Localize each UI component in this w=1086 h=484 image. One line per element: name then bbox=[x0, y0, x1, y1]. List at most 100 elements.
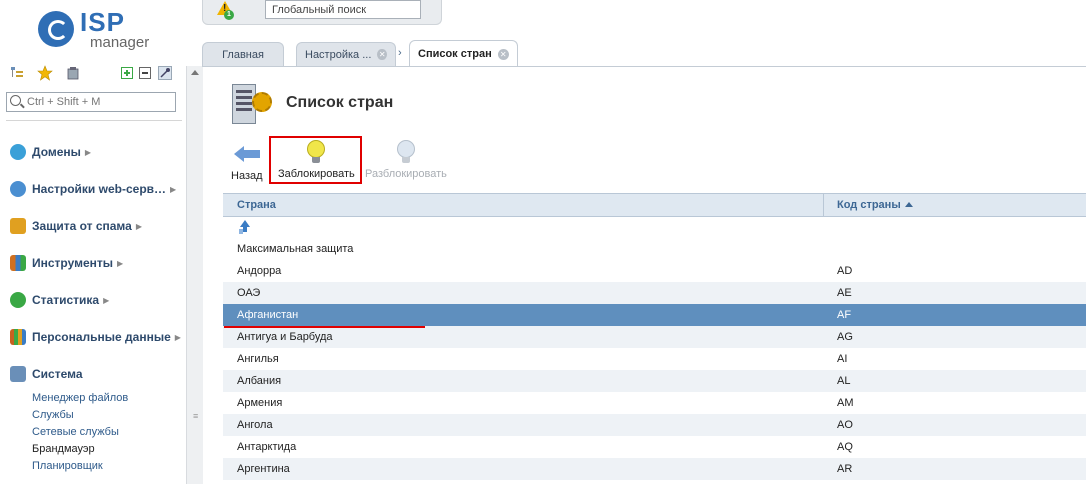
tab-home[interactable]: Главная bbox=[202, 42, 284, 66]
cell-country: Албания bbox=[237, 375, 282, 387]
unblock-button[interactable]: Разблокировать bbox=[365, 140, 447, 182]
cell-country: Ангилья bbox=[237, 353, 279, 365]
unblock-button-label: Разблокировать bbox=[365, 168, 447, 180]
table-row[interactable]: Ангола AO bbox=[223, 414, 1086, 436]
annotation-highlight-box bbox=[269, 136, 362, 184]
column-header-country-code[interactable]: Код страны bbox=[837, 194, 913, 216]
sidebar-item-domains[interactable]: Домены ▶ bbox=[10, 143, 91, 161]
cell-code: AG bbox=[837, 331, 853, 343]
tab-bar-border bbox=[202, 66, 1086, 67]
chart-icon bbox=[10, 292, 26, 308]
expand-all-icon[interactable] bbox=[118, 64, 136, 82]
table-row[interactable]: Ангилья AI bbox=[223, 348, 1086, 370]
sidebar-item-label: Защита от спама bbox=[32, 219, 132, 233]
close-icon[interactable]: ✕ bbox=[377, 49, 387, 60]
collapse-all-icon[interactable] bbox=[136, 64, 154, 82]
cell-country: Аргентина bbox=[237, 463, 290, 475]
notification-warning-icon[interactable]: ! 1 bbox=[217, 1, 235, 20]
cell-code: AL bbox=[837, 375, 851, 387]
table-row[interactable]: Армения AM bbox=[223, 392, 1086, 414]
gear-icon bbox=[252, 92, 272, 112]
cell-code: AF bbox=[837, 309, 852, 321]
sidebar-subitem-firewall[interactable]: Брандмауэр bbox=[32, 443, 95, 455]
menu-search-field[interactable] bbox=[6, 92, 176, 112]
pin-icon[interactable] bbox=[156, 64, 174, 82]
sidebar-item-statistics[interactable]: Статистика ▶ bbox=[10, 291, 109, 309]
sidebar-item-personal-data[interactable]: Персональные данные ▶ bbox=[10, 328, 181, 346]
back-arrow-icon bbox=[233, 144, 260, 164]
cell-code: AD bbox=[837, 265, 853, 277]
column-header-country[interactable]: Страна bbox=[237, 194, 276, 216]
table-row[interactable]: Антигуа и Барбуда AG bbox=[223, 326, 1086, 348]
sidebar-item-label: Система bbox=[32, 367, 83, 381]
close-icon[interactable]: ✕ bbox=[497, 48, 509, 60]
sidebar-subitem-file-manager[interactable]: Менеджер файлов bbox=[32, 392, 128, 404]
chevron-right-icon: ▶ bbox=[117, 258, 124, 268]
table-header: Страна Код страны bbox=[223, 193, 1086, 217]
chevron-right-icon: ▶ bbox=[84, 147, 92, 157]
cell-country: Антарктида bbox=[237, 441, 297, 453]
sidebar-item-label: Домены bbox=[32, 145, 81, 159]
cell-code: AQ bbox=[837, 441, 853, 453]
cell-country: Антигуа и Барбуда bbox=[237, 331, 333, 343]
table-row[interactable]: ОАЭ AE bbox=[223, 282, 1086, 304]
logo-manager-text: manager bbox=[90, 34, 150, 51]
chevron-right-icon: ▶ bbox=[135, 221, 142, 231]
table-row[interactable]: Андорра AD bbox=[223, 260, 1086, 282]
sidebar-item-web-settings[interactable]: Настройки web-серв… ▶ bbox=[10, 180, 176, 198]
sidebar-item-label: Персональные данные bbox=[32, 330, 171, 344]
cell-code: AM bbox=[837, 397, 854, 409]
sidebar-toolbar bbox=[8, 64, 184, 84]
chevron-right-icon: ▶ bbox=[174, 332, 181, 342]
sidebar-scrollbar[interactable]: ≡ bbox=[186, 66, 203, 484]
table-row[interactable]: Аргентина AR bbox=[223, 458, 1086, 480]
tree-view-icon[interactable] bbox=[8, 64, 26, 82]
sidebar-item-system[interactable]: Система bbox=[10, 365, 83, 383]
sort-ascending-icon bbox=[904, 202, 913, 207]
column-header-label: Код страны bbox=[837, 199, 901, 211]
globe-gear-icon bbox=[10, 181, 26, 197]
sidebar-subitem-network-services[interactable]: Сетевые службы bbox=[32, 426, 119, 438]
sidebar-item-label: Инструменты bbox=[32, 256, 114, 270]
back-button[interactable]: Назад bbox=[231, 140, 263, 182]
shield-icon bbox=[10, 218, 26, 234]
chevron-right-icon: › bbox=[398, 47, 402, 59]
sidebar-subitem-scheduler[interactable]: Планировщик bbox=[32, 460, 103, 472]
scroll-grip-icon[interactable]: ≡ bbox=[193, 411, 198, 421]
chevron-right-icon: ▶ bbox=[170, 184, 177, 194]
sidebar-item-label: Статистика bbox=[32, 293, 100, 307]
table-row[interactable]: Максимальная защита bbox=[223, 238, 1086, 260]
table-row-selected[interactable]: Афганистан AF bbox=[223, 304, 1086, 326]
sidebar-divider bbox=[6, 120, 182, 121]
cell-code: AO bbox=[837, 419, 853, 431]
cell-country: ОАЭ bbox=[237, 287, 261, 299]
cell-country: Андорра bbox=[237, 265, 282, 277]
sidebar-item-spam-protection[interactable]: Защита от спама ▶ bbox=[10, 217, 142, 235]
favorites-star-icon[interactable] bbox=[36, 64, 54, 82]
global-search-input[interactable] bbox=[265, 0, 421, 19]
notification-count-badge: 1 bbox=[224, 10, 234, 20]
column-divider[interactable] bbox=[823, 194, 824, 216]
table-row[interactable]: Албания AL bbox=[223, 370, 1086, 392]
tab-settings[interactable]: Настройка ... ✕ bbox=[296, 42, 396, 66]
tab-country-list[interactable]: Список стран ✕ bbox=[409, 40, 518, 67]
server-gear-icon bbox=[230, 84, 276, 126]
lightbulb-off-icon bbox=[396, 140, 416, 164]
clipboard-icon[interactable] bbox=[64, 64, 82, 82]
bars-icon bbox=[10, 329, 26, 345]
level-up-icon[interactable] bbox=[237, 220, 251, 234]
sidebar-item-tools[interactable]: Инструменты ▶ bbox=[10, 254, 123, 272]
sidebar: ISP manager Домены ▶ Настройки w bbox=[0, 0, 186, 484]
scroll-up-icon[interactable] bbox=[191, 70, 199, 75]
tab-label: Список стран bbox=[418, 48, 492, 60]
menu-search-input[interactable] bbox=[27, 95, 171, 109]
page-title: Список стран bbox=[286, 94, 394, 111]
table-row[interactable]: Антарктида AQ bbox=[223, 436, 1086, 458]
sidebar-subitem-services[interactable]: Службы bbox=[32, 409, 74, 421]
back-button-label: Назад bbox=[231, 170, 263, 182]
cell-country: Ангола bbox=[237, 419, 273, 431]
annotation-underline bbox=[224, 326, 425, 328]
isp-manager-logo[interactable]: ISP manager bbox=[38, 7, 158, 52]
cell-code: AE bbox=[837, 287, 852, 299]
system-icon bbox=[10, 366, 26, 382]
